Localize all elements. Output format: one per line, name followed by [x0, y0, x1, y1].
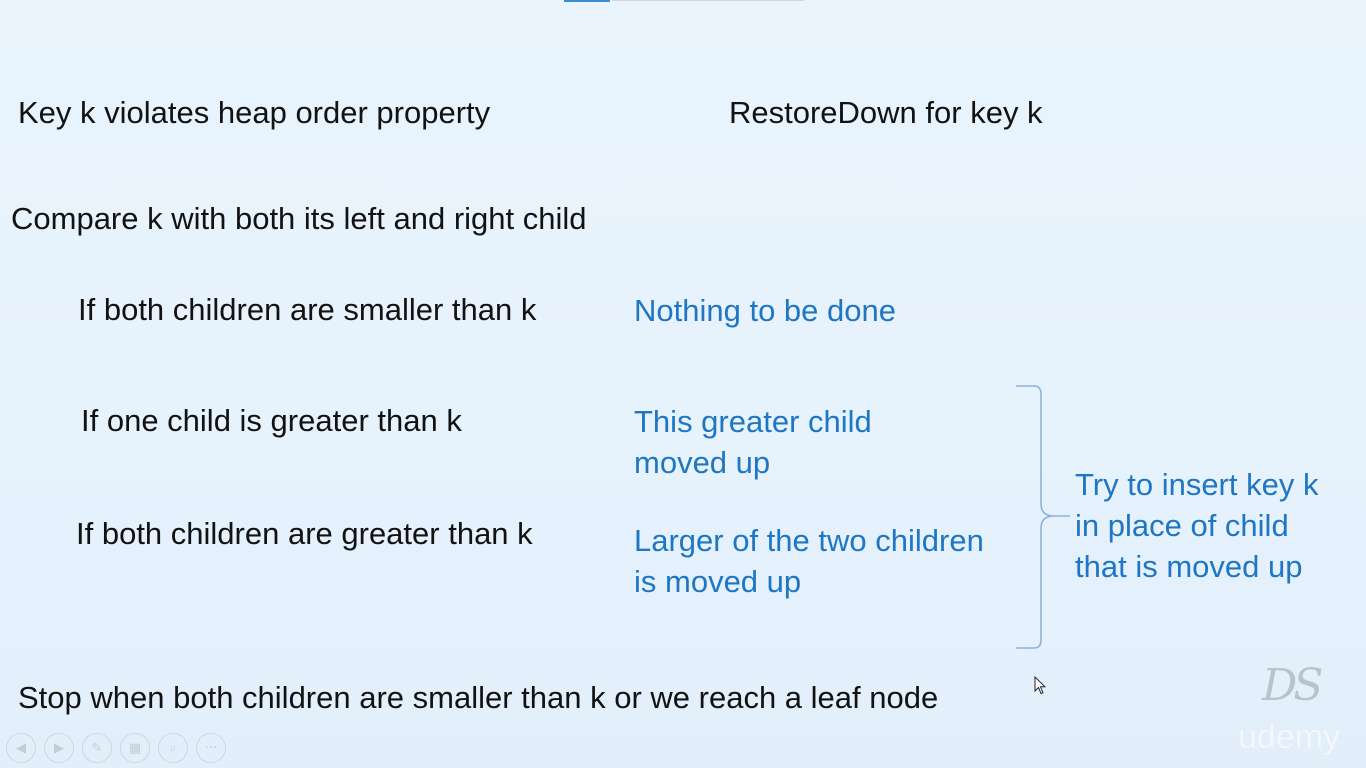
mouse-cursor-icon: [1034, 676, 1046, 695]
compare-line: Compare k with both its left and right c…: [11, 201, 587, 236]
heading-left: Key k violates heap order property: [18, 95, 491, 130]
case-2-condition: If one child is greater than k: [81, 403, 462, 438]
zoom-icon[interactable]: ⌕: [158, 733, 188, 763]
case-1-action: Nothing to be done: [634, 293, 896, 328]
next-icon[interactable]: ▶: [44, 733, 74, 763]
stop-line: Stop when both children are smaller than…: [18, 680, 939, 715]
case-1-condition: If both children are smaller than k: [78, 292, 537, 327]
curly-brace-icon: [1016, 385, 1070, 649]
case-3-condition: If both children are greater than k: [76, 516, 533, 551]
pen-icon[interactable]: ✎: [82, 733, 112, 763]
top-progress-accent: [564, 0, 610, 2]
udemy-watermark: udemy: [1238, 718, 1341, 756]
more-icon[interactable]: ···: [196, 733, 226, 763]
ds-logo-watermark: DS: [1262, 660, 1323, 711]
case-2-action: This greater child moved up: [634, 404, 872, 480]
slide-player-controls: ◀ ▶ ✎ ▦ ⌕ ···: [6, 733, 226, 763]
case-3-action: Larger of the two children is moved up: [634, 523, 984, 599]
slides-icon[interactable]: ▦: [120, 733, 150, 763]
heading-right: RestoreDown for key k: [729, 95, 1043, 130]
top-progress-line: [612, 0, 804, 1]
previous-icon[interactable]: ◀: [6, 733, 36, 763]
brace-note: Try to insert key k in place of child th…: [1075, 467, 1319, 584]
